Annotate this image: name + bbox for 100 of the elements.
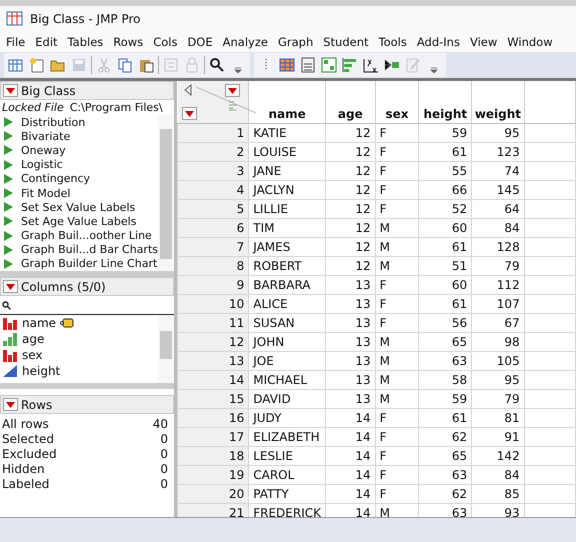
row-number[interactable]: 8 xyxy=(178,256,249,276)
table-cell: F xyxy=(375,466,419,484)
script-item[interactable]: Graph Buil...oother Line xyxy=(0,228,158,243)
menu-item[interactable]: DOE xyxy=(183,35,219,49)
scrollbar[interactable] xyxy=(158,315,174,383)
table-cell: 107 xyxy=(472,294,524,314)
menu-item[interactable]: Tables xyxy=(64,35,110,49)
row-number[interactable]: 4 xyxy=(178,180,249,200)
column-item[interactable]: age xyxy=(0,331,158,347)
menu-item[interactable]: File xyxy=(2,35,32,49)
row-number[interactable]: 11 xyxy=(178,314,249,332)
play-icon xyxy=(4,188,13,198)
script-item[interactable]: Set Age Value Labels xyxy=(0,214,158,228)
script-item[interactable]: Contingency xyxy=(0,172,158,186)
menu-item[interactable]: Window xyxy=(503,35,559,49)
collapse-arrow-icon[interactable] xyxy=(184,84,192,96)
table-cell: F xyxy=(375,428,419,446)
table-cell: 13 xyxy=(326,352,376,370)
search-icon[interactable] xyxy=(208,56,226,74)
menu-triangle-button[interactable] xyxy=(3,280,18,293)
row-number[interactable]: 9 xyxy=(178,276,249,294)
grid-icon[interactable] xyxy=(320,56,338,74)
menu-item[interactable]: Student xyxy=(319,35,375,49)
caret-icon xyxy=(6,284,15,290)
menu-triangle-button[interactable] xyxy=(3,84,18,97)
table-cell: 59 xyxy=(418,390,472,408)
row-number[interactable]: 2 xyxy=(178,142,249,162)
row-number[interactable]: 7 xyxy=(178,238,249,256)
menu-triangle-button[interactable] xyxy=(182,107,196,120)
table-cell: JUDY xyxy=(248,408,326,428)
copy-icon[interactable] xyxy=(116,56,134,74)
nominal-icon xyxy=(2,316,18,330)
menu-item[interactable]: Analyze xyxy=(218,35,274,49)
locked-label: Locked File xyxy=(2,101,64,114)
formula-icon[interactable] xyxy=(362,56,380,74)
table-cell: 84 xyxy=(472,218,524,238)
script-item[interactable]: Graph Buil...d Bar Charts xyxy=(0,242,158,257)
menu-triangle-button[interactable] xyxy=(225,84,240,97)
table-cell: TIM xyxy=(248,218,326,238)
menu-item[interactable]: Cols xyxy=(149,35,184,49)
table-cell: JOE xyxy=(248,352,326,370)
row-number[interactable]: 21 xyxy=(178,504,249,517)
column-header[interactable]: sex xyxy=(375,81,419,124)
script-item[interactable]: Fit Model xyxy=(0,186,158,200)
table-icon[interactable] xyxy=(278,56,296,74)
column-header[interactable]: age xyxy=(326,81,376,124)
play-icon xyxy=(4,216,13,226)
table-cell: 105 xyxy=(472,352,524,370)
menu-item[interactable]: Add-Ins xyxy=(412,35,466,49)
menu-item[interactable]: Rows xyxy=(109,35,150,49)
script-item[interactable]: Distribution xyxy=(0,115,158,130)
row-number[interactable]: 18 xyxy=(178,446,249,466)
menu-triangle-button[interactable] xyxy=(3,398,18,411)
table-cell: M xyxy=(375,370,419,390)
script-item[interactable]: Set Sex Value Labels xyxy=(0,200,158,214)
table-cell: 13 xyxy=(326,370,376,390)
menu-item[interactable]: Edit xyxy=(31,35,64,49)
row-number[interactable]: 6 xyxy=(178,218,249,238)
script-item[interactable]: Bivariate xyxy=(0,129,158,144)
row-number[interactable]: 14 xyxy=(178,370,249,390)
script-item[interactable]: Oneway xyxy=(0,143,158,158)
menu-item[interactable]: View xyxy=(466,35,504,49)
row-number[interactable]: 13 xyxy=(178,352,249,370)
table-cell: JANE xyxy=(248,162,326,180)
menu-item[interactable]: Tools xyxy=(374,35,413,49)
table-cell: F xyxy=(375,294,419,314)
row-number[interactable]: 17 xyxy=(178,428,249,446)
row-number[interactable]: 1 xyxy=(178,124,249,142)
column-header[interactable]: height xyxy=(418,81,472,124)
column-header[interactable]: name xyxy=(248,81,326,124)
window-title: Big Class - JMP Pro xyxy=(30,12,141,26)
table-cell: 142 xyxy=(472,446,524,466)
row-number[interactable]: 16 xyxy=(178,408,249,428)
column-item[interactable]: height xyxy=(0,363,158,379)
script-item[interactable]: Logistic xyxy=(0,158,158,172)
row-number[interactable]: 10 xyxy=(178,294,249,314)
scrollbar[interactable] xyxy=(158,115,174,271)
new-document-icon[interactable] xyxy=(28,56,46,74)
rows-icon xyxy=(228,101,238,111)
calculator-icon[interactable] xyxy=(299,56,317,74)
row-number[interactable]: 3 xyxy=(178,162,249,180)
script-item[interactable]: Graph Builder Line Chart xyxy=(0,256,158,272)
column-item[interactable]: name xyxy=(0,315,158,331)
menu-item[interactable]: Graph xyxy=(274,35,320,49)
table-cell: 61 xyxy=(418,238,472,256)
row-number[interactable]: 15 xyxy=(178,390,249,408)
table-cell: 128 xyxy=(472,238,524,256)
row-number[interactable]: 19 xyxy=(178,466,249,484)
table-cell: PATTY xyxy=(248,484,326,504)
table-cell: 67 xyxy=(472,314,524,332)
row-number[interactable]: 12 xyxy=(178,332,249,352)
row-number[interactable]: 5 xyxy=(178,200,249,218)
column-item[interactable]: sex xyxy=(0,347,158,363)
row-number[interactable]: 20 xyxy=(178,484,249,504)
divider-line xyxy=(196,87,256,113)
caret-icon xyxy=(6,402,15,408)
column-header[interactable]: weight xyxy=(472,81,524,124)
bar-chart-icon[interactable] xyxy=(341,56,359,74)
table-cell: 13 xyxy=(326,332,376,352)
table-cell: 79 xyxy=(472,390,524,408)
